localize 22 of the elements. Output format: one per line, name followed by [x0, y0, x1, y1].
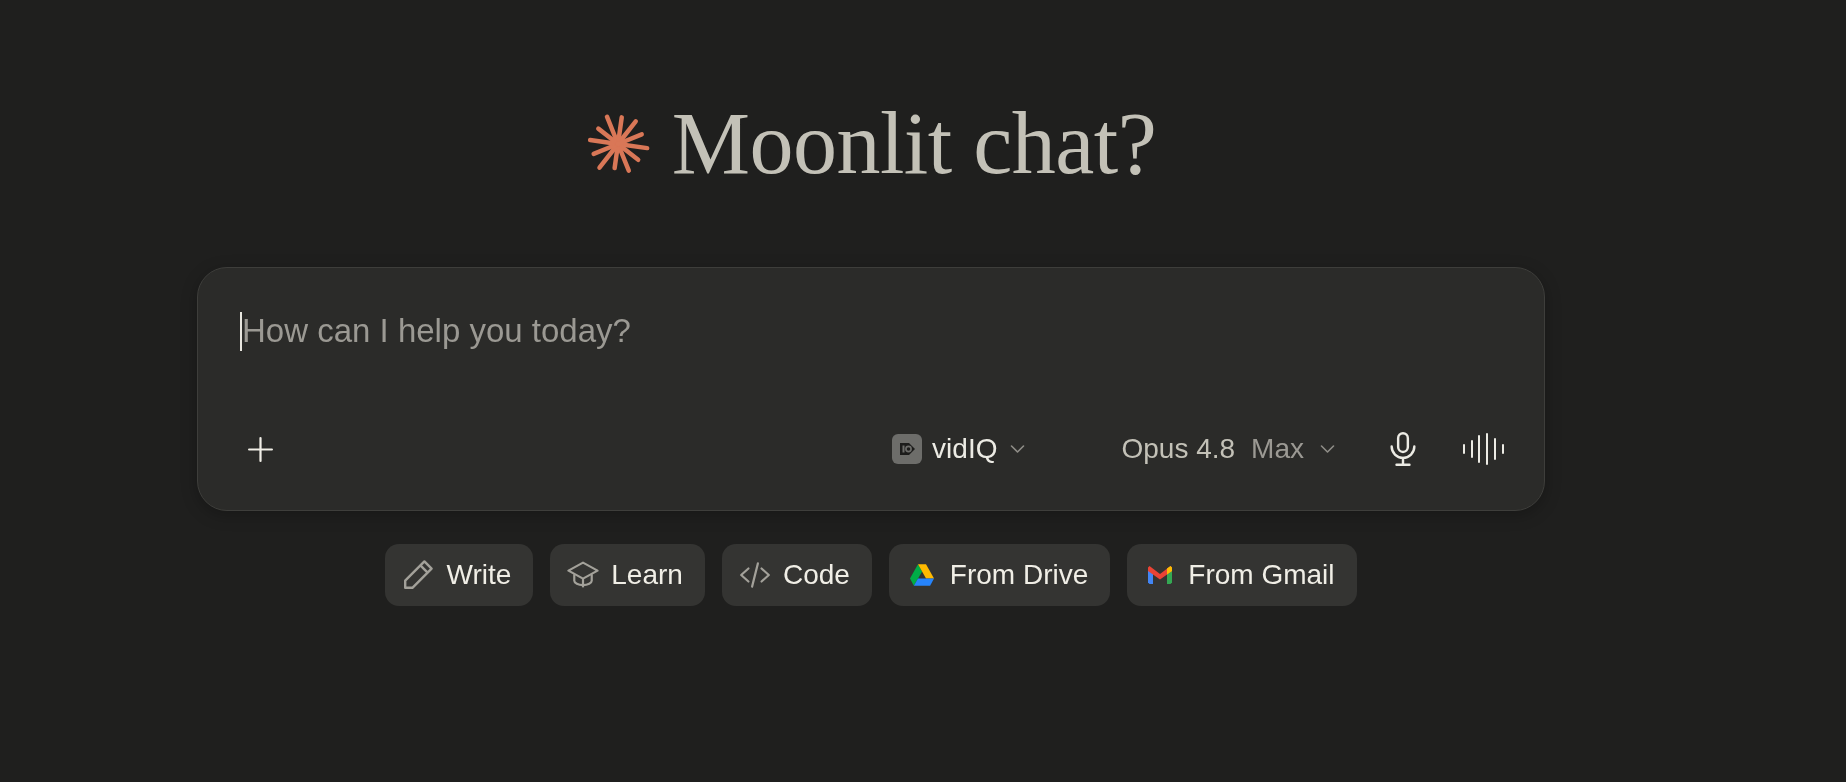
code-icon — [738, 559, 771, 591]
suggestion-button[interactable]: Code — [721, 544, 872, 606]
suggestion-button[interactable]: Learn — [550, 544, 705, 606]
chevron-down-icon — [1320, 445, 1335, 453]
waveform-icon — [1463, 433, 1504, 465]
suggestion-button[interactable]: From Drive — [888, 544, 1111, 606]
plus-icon — [247, 436, 273, 462]
app-logo-icon — [892, 434, 923, 464]
text-cursor-icon — [240, 311, 242, 351]
suggestion-button[interactable]: Write — [385, 544, 534, 606]
model-selector[interactable]: Opus 4.8 Max — [1121, 429, 1335, 469]
tool-selector[interactable]: vidIQ — [892, 429, 1026, 469]
pencil-icon — [402, 559, 435, 591]
suggestion-button[interactable]: From Gmail — [1127, 544, 1357, 606]
voice-input-button[interactable] — [1390, 429, 1416, 469]
message-input[interactable]: How can I help you today? — [242, 311, 1504, 351]
page-title: Moonlit chat? — [671, 100, 1157, 188]
triangle-logo-icon — [909, 564, 934, 586]
m-logo-icon — [1148, 564, 1173, 586]
chevron-down-icon — [1010, 445, 1026, 453]
microphone-icon — [1390, 432, 1416, 466]
starburst-icon — [585, 112, 650, 176]
